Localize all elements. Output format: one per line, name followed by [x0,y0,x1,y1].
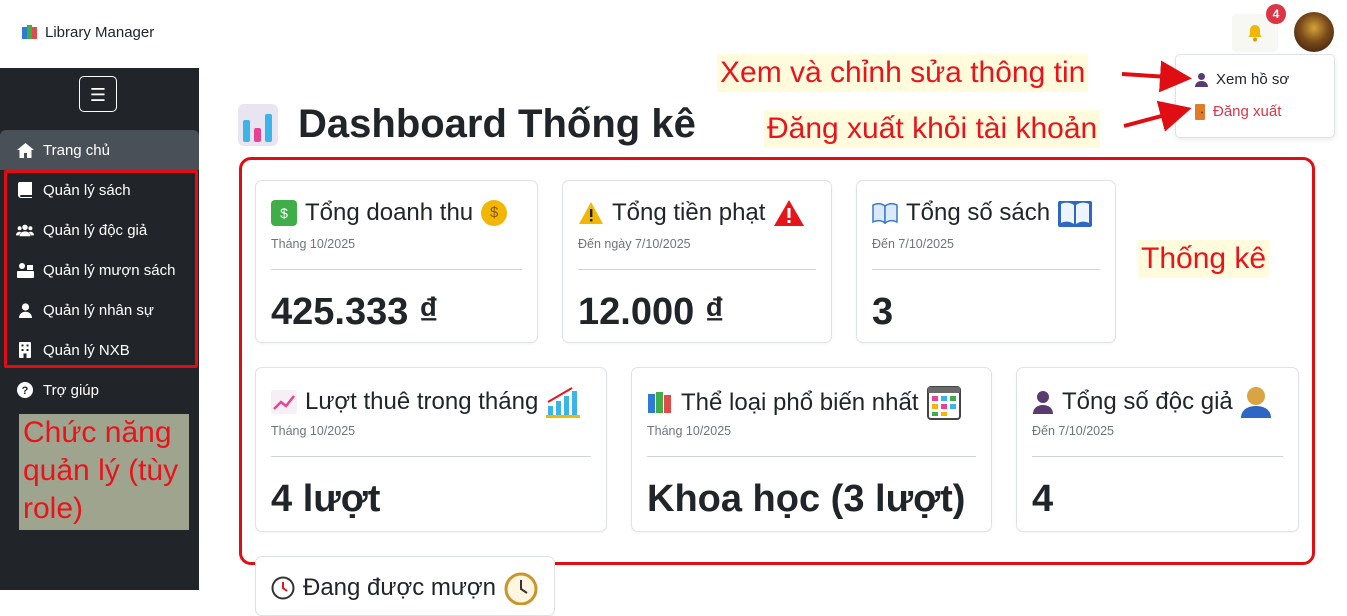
logout-item[interactable]: Đăng xuất [1194,103,1281,120]
brand[interactable]: Library Manager [22,24,154,41]
logout-annotation: Đăng xuất khỏi tài khoản [764,110,1101,148]
warning-icon [578,201,604,225]
card-value: 4 lượt [271,478,381,520]
page-title: Dashboard Thống kê [298,102,696,146]
person-gold-icon [1240,386,1271,418]
card-subtitle: Tháng 10/2025 [271,424,356,438]
card-title: Lượt thuê trong tháng [271,386,581,418]
coin-icon: $ [481,200,508,226]
monthly-rentals-card: Lượt thuê trong tháng Tháng 10/2025 4 lư… [255,367,607,532]
app-title: Library Manager [45,24,155,41]
divider [1032,456,1283,457]
money-icon: $ [271,200,297,226]
card-title: $ Tổng doanh thu $ [271,199,508,227]
card-value: Khoa học (3 lượt) [647,478,966,520]
bar-growth-icon [546,386,581,418]
revenue-card: $ Tổng doanh thu $ Tháng 10/2025 425.333… [255,180,538,343]
view-profile-item[interactable]: Xem hồ sơ [1194,71,1289,88]
card-subtitle: Tháng 10/2025 [271,237,356,251]
reader-icon [1032,390,1054,414]
view-profile-label: Xem hồ sơ [1216,71,1290,88]
readers-total-card: Tổng số độc giả Đến 7/10/2025 4 [1016,367,1299,532]
card-value: 12.000 ₫ [578,291,725,333]
card-subtitle: Tháng 10/2025 [647,424,732,438]
popular-genre-card: Thể loại phổ biến nhất Tháng 10/2025 Kho… [631,367,992,532]
bell-icon [1247,24,1263,42]
home-icon [16,141,34,159]
books-logo-icon [22,25,39,40]
card-title: Tổng tiền phạt [578,199,805,227]
sidebar-item-help[interactable]: ? Trợ giúp [0,370,199,410]
divider [271,456,591,457]
divider [578,269,816,270]
divider [271,269,522,270]
card-title: Tổng số sách [872,199,1093,227]
bar-chart-icon [238,104,278,146]
card-title: Tổng số độc giả [1032,386,1271,418]
card-subtitle: Đến 7/10/2025 [1032,424,1115,438]
books-total-card: Tổng số sách Đến 7/10/2025 3 [856,180,1116,343]
books-icon [647,391,673,415]
card-title: Đang được mượn [271,571,538,605]
svg-text:?: ? [22,385,29,397]
role-annotation: Chức năng quản lý (tùy role) [19,414,189,530]
calendar-grid-icon [926,386,961,420]
open-book-blue-icon [1058,199,1093,227]
management-menu-highlight [4,170,198,368]
clock-icon [271,576,295,600]
card-subtitle: Đến 7/10/2025 [872,237,955,251]
user-dropdown-menu: Xem hồ sơ Đăng xuất [1175,54,1335,138]
divider [647,456,976,457]
card-value: 4 [1032,478,1054,520]
user-avatar[interactable] [1294,12,1334,52]
pocket-watch-icon [504,571,538,605]
card-value: 3 [872,291,894,333]
card-title: Thể loại phổ biến nhất [647,386,961,420]
divider [872,269,1100,270]
notification-count-badge: 4 [1266,4,1286,24]
open-book-icon [872,202,898,224]
card-subtitle: Đến ngày 7/10/2025 [578,237,691,251]
profile-annotation: Xem và chỉnh sửa thông tin [717,54,1089,92]
sidebar-item-label: Trợ giúp [43,381,99,399]
sidebar-item-home[interactable]: Trang chủ [0,130,199,170]
fines-card: Tổng tiền phạt Đến ngày 7/10/2025 12.000… [562,180,832,343]
alert-icon [773,199,805,227]
sidebar-toggle-button[interactable]: ☰ [79,76,117,112]
trend-up-icon [271,390,297,414]
card-value: 425.333 ₫ [271,291,439,333]
top-navbar: Library Manager 4 [0,0,1347,68]
help-icon: ? [16,381,34,399]
annotation-arrows [1121,60,1192,132]
on-loan-card: Đang được mượn [255,556,555,616]
stats-annotation: Thống kê [1138,240,1270,278]
logout-label: Đăng xuất [1213,103,1282,120]
sidebar-item-label: Trang chủ [43,141,110,159]
